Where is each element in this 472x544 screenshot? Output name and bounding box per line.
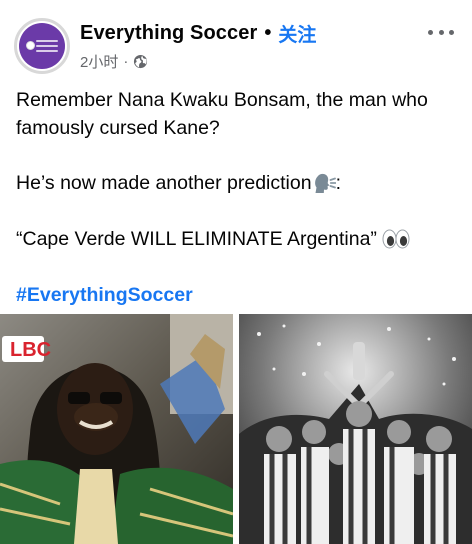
post-line-2-suffix: : [335,172,341,194]
more-options-button[interactable] [426,22,456,42]
post-line-2-text: He’s now made another prediction [16,172,312,194]
follow-button[interactable]: 关注 [278,20,316,47]
globe-icon [133,54,148,69]
post-quote-text: “Cape Verde WILL ELIMINATE Argentina” [16,227,377,250]
page-name-link[interactable]: Everything Soccer [80,22,257,45]
man-with-dreadlocks-photo: LBC [0,314,233,544]
everything-soccer-logo-icon [19,23,65,69]
post-paragraph-1: Remember Nana Kwaku Bonsam, the man who … [16,89,428,139]
meta-separator: · [123,52,129,70]
media-image-right[interactable] [239,314,472,544]
post-timestamp[interactable]: 2小时 [80,51,118,72]
post-header: Everything Soccer • 关注 2小时 · [0,0,472,86]
speaking-head-icon [312,170,336,198]
page-avatar[interactable] [14,18,70,74]
more-horizontal-icon [428,29,433,35]
post-meta: 2小时 · [80,50,148,72]
post-paragraph-3: “Cape Verde WILL ELIMINATE Argentina” [16,225,460,254]
name-row: Everything Soccer • 关注 [80,19,316,47]
name-separator: • [264,21,272,44]
media-image-left[interactable]: LBC [0,314,233,544]
hashtag-link[interactable]: #EverythingSoccer [16,281,460,309]
post-paragraph-2: He’s now made another prediction : [16,169,460,198]
lbc-logo: LBC [10,339,51,361]
argentina-team-celebrating-trophy-photo [239,314,472,544]
eyes-icon [382,226,410,254]
post-media: LBC [0,314,472,544]
post-body: Remember Nana Kwaku Bonsam, the man who … [16,86,460,309]
